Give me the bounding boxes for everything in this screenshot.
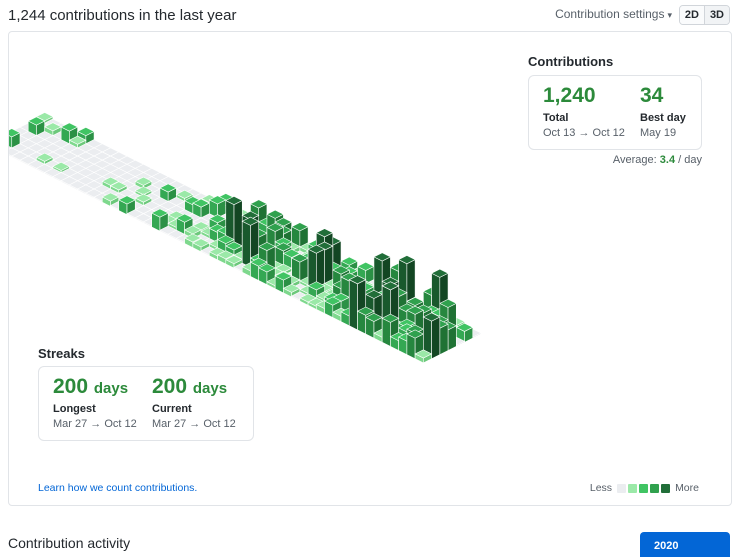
- longest-streak-unit: days: [93, 380, 129, 397]
- best-day-date: May 19: [640, 127, 677, 139]
- streaks-heading: Streaks: [38, 346, 85, 361]
- current-streak-number: 200: [152, 375, 188, 398]
- view-2d-button[interactable]: 2D: [679, 6, 704, 24]
- longest-streak-stat: 200 days Longest Mar 27 → Oct 12: [53, 375, 137, 430]
- current-streak-unit: days: [192, 380, 228, 397]
- legend-level-2: [639, 483, 649, 493]
- legend-less: Less: [589, 482, 613, 494]
- longest-streak-label: Longest: [53, 403, 96, 415]
- caret-down-icon: ▾: [667, 10, 672, 20]
- current-streak-value: 200 days: [152, 375, 236, 399]
- best-day-label: Best day: [640, 112, 686, 124]
- contribution-activity-title: Contribution activity: [8, 535, 131, 551]
- contributions-heading: Contributions: [528, 54, 614, 69]
- longest-streak-value: 200 days: [53, 375, 137, 399]
- year-2020-button[interactable]: 2020: [640, 532, 730, 557]
- total-value: 1,240: [543, 84, 596, 107]
- legend-level-1: [628, 483, 638, 493]
- current-streak-label: Current: [152, 403, 192, 415]
- average-value: 3.4: [659, 154, 676, 166]
- total-stat: 1,240 Total Oct 13 → Oct 12: [543, 84, 625, 139]
- total-label: Total: [543, 112, 569, 124]
- view-3d-button[interactable]: 3D: [703, 6, 729, 24]
- average-per-day: Average: 3.4 / day: [528, 154, 702, 166]
- longest-streak-number: 200: [53, 375, 89, 398]
- iso-cell-left-face: [348, 279, 358, 331]
- legend-level-3: [650, 483, 660, 493]
- contributions-header: 1,244 contributions in the last year Con…: [8, 4, 730, 26]
- best-day-stat: 34 Best day May 19: [640, 84, 686, 139]
- contribution-settings-label: Contribution settings: [555, 7, 665, 21]
- legend-more: More: [675, 482, 699, 494]
- legend-level-4: [661, 483, 671, 493]
- iso-cell-right-face: [431, 316, 441, 360]
- current-streak-range: Mar 27 → Oct 12: [152, 418, 236, 430]
- total-range: Oct 13 → Oct 12: [543, 127, 625, 139]
- streaks-stats-box: 200 days Longest Mar 27 → Oct 12 200 day…: [38, 366, 254, 441]
- view-toggle: 2D 3D: [678, 5, 730, 25]
- contributions-title: 1,244 contributions in the last year: [8, 7, 237, 24]
- learn-contributions-link[interactable]: Learn how we count contributions.: [38, 482, 197, 494]
- iso-grid-group: [9, 112, 482, 364]
- iso-cell-left-face: [241, 220, 251, 269]
- average-suffix: / day: [678, 154, 702, 166]
- legend-level-0: [617, 483, 627, 493]
- current-streak-stat: 200 days Current Mar 27 → Oct 12: [152, 375, 236, 430]
- iso-cell-right-face: [439, 323, 449, 356]
- contribution-legend: Less More: [587, 482, 702, 494]
- contribution-settings-dropdown[interactable]: Contribution settings ▾: [555, 7, 672, 21]
- best-day-value: 34: [640, 84, 664, 107]
- longest-streak-range: Mar 27 → Oct 12: [53, 418, 137, 430]
- iso-cell-left-face: [381, 317, 391, 347]
- contribution-graph-panel: Contributions 1,240 Total Oct 13 → Oct 1…: [8, 31, 732, 506]
- average-prefix: Average:: [612, 154, 657, 166]
- contributions-stats-box: 1,240 Total Oct 13 → Oct 12 34 Best day …: [528, 75, 702, 150]
